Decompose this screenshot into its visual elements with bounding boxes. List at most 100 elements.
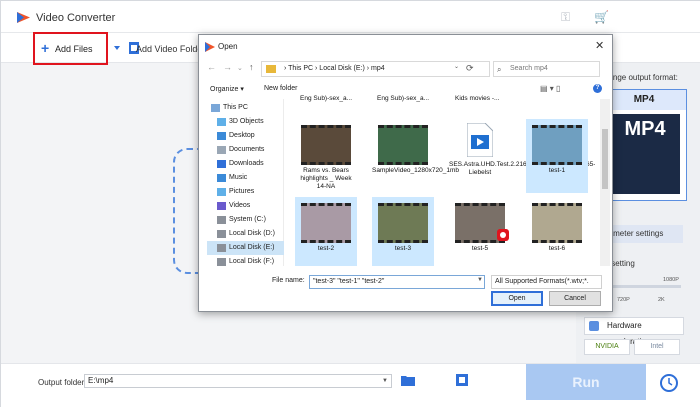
breadcrumb-mp4[interactable]: mp4: [371, 65, 385, 72]
file-name: Rams vs. Bears highlights _ Week 14-NA: [300, 167, 352, 190]
intel-option[interactable]: Intel: [634, 339, 680, 355]
file-tile[interactable]: test-5: [449, 197, 511, 266]
dialog-title-bar: Open ✕: [199, 35, 612, 57]
drive-icon: [217, 244, 226, 252]
nav-videos[interactable]: Videos: [207, 199, 284, 213]
file-tile[interactable]: SES.Astra.UHD.Test.2.2160p.UHDTV.HEVC.x2…: [449, 119, 595, 193]
breadcrumb-disk[interactable]: Local Disk (E:): [319, 65, 365, 72]
add-files-dropdown-icon[interactable]: [114, 45, 120, 51]
file-name-cutoff[interactable]: Kids movies -...: [455, 95, 499, 102]
folder-icon: [266, 65, 276, 73]
nav-3d-objects[interactable]: 3D Objects: [207, 115, 284, 129]
refresh-icon[interactable]: ⟳: [466, 63, 474, 74]
file-name-row: File name: "test-3" "test-1" "test-2" ▼ …: [199, 273, 612, 291]
new-folder-button[interactable]: New folder: [264, 85, 297, 92]
output-preview-icon[interactable]: [456, 374, 468, 386]
output-folder-field[interactable]: E:\mp4: [84, 374, 392, 388]
back-arrow-icon[interactable]: ←: [207, 62, 216, 72]
close-icon[interactable]: ✕: [595, 39, 604, 52]
file-name: test-5: [471, 245, 489, 252]
navigation-pane: This PC 3D Objects Desktop Documents Dow…: [199, 99, 284, 266]
file-type-select[interactable]: All Supported Formats(*.wtv;*.: [491, 275, 602, 289]
nav-music[interactable]: Music: [207, 171, 284, 185]
media-file-icon: [467, 123, 493, 157]
cancel-button[interactable]: Cancel: [549, 291, 601, 306]
parameter-settings-button[interactable]: rameter settings: [601, 225, 683, 243]
nav-local-disk-e[interactable]: Local Disk (E:): [207, 241, 284, 255]
mp4-icon-text: MP4: [624, 118, 666, 140]
forward-arrow-icon[interactable]: →: [223, 62, 232, 72]
music-icon: [217, 174, 226, 182]
file-name-cutoff[interactable]: Eng Sub)-sex_a...: [300, 95, 352, 102]
computer-icon: [211, 104, 220, 112]
file-tile-selected[interactable]: test-1: [526, 119, 588, 193]
video-thumbnail: [378, 203, 428, 243]
file-name-cutoff[interactable]: Eng Sub)-sex_a...: [377, 95, 429, 102]
open-dialog: Open ✕ ← → ⌄ ↑ › This PC › Local Disk (E…: [198, 34, 613, 312]
nvidia-option[interactable]: NVIDIA: [584, 339, 630, 355]
video-thumbnail: [378, 125, 428, 165]
file-tile[interactable]: test-6: [526, 197, 588, 266]
file-name: SES.Astra.UHD.Test.2.2160p.UHDTV.HEVC.x2…: [449, 161, 595, 176]
video-thumbnail: [301, 125, 351, 165]
nav-local-disk-d[interactable]: Local Disk (D:): [207, 227, 284, 241]
documents-icon: [217, 146, 226, 154]
dialog-title: Open: [218, 42, 238, 51]
file-tile-selected[interactable]: test-3: [372, 197, 434, 266]
mp4-format-icon: MP4: [610, 114, 680, 194]
view-options-icon[interactable]: ▤ ▾ ▯: [540, 84, 560, 93]
file-name-label: File name:: [272, 277, 305, 284]
res-720-label: 720P: [617, 297, 630, 303]
plus-icon: +: [41, 40, 50, 56]
nav-downloads[interactable]: Downloads: [207, 157, 284, 171]
cart-icon[interactable]: 🛒: [594, 10, 609, 24]
search-placeholder: Search mp4: [510, 65, 548, 72]
videos-icon: [217, 202, 226, 210]
app-logo-icon: [17, 12, 30, 23]
title-bar: Video Converter ⚿ 🛒: [1, 1, 700, 33]
nav-local-disk-f[interactable]: Local Disk (F:): [207, 255, 284, 269]
file-name: test-6: [548, 245, 566, 252]
nav-documents[interactable]: Documents: [207, 143, 284, 157]
add-video-folder-button[interactable]: Add Video Folder: [136, 44, 205, 54]
file-tile[interactable]: Rams vs. Bears highlights _ Week 14-NA: [295, 119, 357, 193]
nav-desktop[interactable]: Desktop: [207, 129, 284, 143]
alarm-clock-icon[interactable]: [656, 369, 682, 395]
file-tile-selected[interactable]: test-2: [295, 197, 357, 266]
vertical-scrollbar[interactable]: [600, 99, 610, 266]
drive-icon: [217, 230, 226, 238]
search-field[interactable]: ⌕ Search mp4: [493, 61, 600, 77]
recent-dropdown-icon[interactable]: ⌄: [237, 64, 243, 72]
add-files-button[interactable]: + Add Files: [33, 32, 108, 65]
open-button[interactable]: Open: [491, 291, 543, 306]
address-dropdown-icon[interactable]: ⌄: [454, 63, 459, 70]
chevron-down-icon[interactable]: ▼: [477, 277, 483, 283]
key-icon[interactable]: ⚿: [561, 10, 570, 25]
organize-button[interactable]: Organize ▾: [210, 85, 244, 93]
output-format-card[interactable]: MP4 MP4: [601, 89, 687, 201]
downloads-icon: [217, 160, 226, 168]
converter-badge-icon: [497, 229, 509, 241]
nav-pictures[interactable]: Pictures: [207, 185, 284, 199]
checkbox-icon: [589, 321, 599, 331]
open-folder-icon[interactable]: [401, 374, 415, 386]
chevron-down-icon[interactable]: ▼: [382, 378, 388, 384]
app-title: Video Converter: [36, 12, 116, 24]
nav-this-pc[interactable]: This PC: [201, 101, 278, 115]
up-arrow-icon[interactable]: ↑: [249, 62, 254, 72]
res-2k-label: 2K: [658, 297, 665, 303]
file-name-field[interactable]: "test-3" "test-1" "test-2": [309, 275, 485, 289]
file-tile[interactable]: SampleVideo_1280x720_1mb: [372, 119, 459, 193]
breadcrumb-this-pc[interactable]: This PC: [288, 65, 313, 72]
file-name: test-3: [394, 245, 412, 252]
resolution-slider[interactable]: [601, 285, 681, 288]
format-name: MP4: [602, 90, 686, 110]
file-name: SampleVideo_1280x720_1mb: [372, 167, 459, 174]
help-icon[interactable]: ?: [593, 84, 602, 93]
file-name: test-2: [317, 245, 335, 252]
run-button[interactable]: Run: [526, 364, 646, 400]
hardware-acceleration-toggle[interactable]: Hardware acceleration: [584, 317, 684, 346]
scrollbar-thumb[interactable]: [602, 129, 608, 189]
output-format-label: hange output format:: [604, 73, 678, 82]
nav-system-c[interactable]: System (C:): [207, 213, 284, 227]
